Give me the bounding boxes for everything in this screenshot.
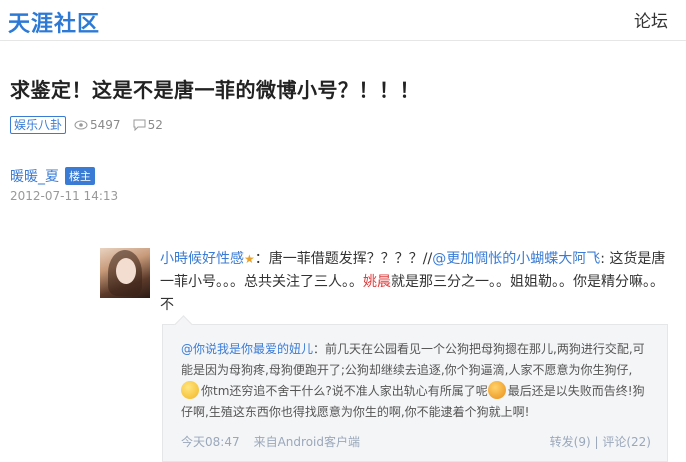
quote-time[interactable]: 今天08:47: [181, 433, 240, 450]
quote-actions: 转发(9) | 评论(22): [550, 433, 651, 450]
comment-icon: [133, 119, 146, 131]
post-author: 暖暖_夏 楼主: [10, 166, 95, 186]
weibo-avatar[interactable]: [100, 248, 150, 298]
weibo-post-text: 小時候好性感★：唐一菲借题发挥？？？？//@更加惆怅的小蝴蝶大阿飞: 这货是唐一…: [160, 248, 668, 317]
author-badge: 楼主: [65, 167, 95, 185]
replies-stat: 52: [133, 118, 163, 132]
laugh-emoji-icon: [487, 381, 506, 399]
quote-text: @你说我是你最爱的妞儿：前几天在公园看见一个公狗把母狗摁在那儿,两狗进行交配,可…: [181, 339, 651, 423]
avatar-face: [116, 258, 136, 284]
post-title: 求鉴定！这是不是唐一菲的微博小号？！！！: [10, 78, 420, 102]
mention-link[interactable]: @更加惆怅的小蝴蝶大阿飞: [432, 251, 600, 267]
star-icon: ★: [244, 252, 255, 266]
weibo-user-link[interactable]: 小時候好性感: [160, 251, 244, 267]
quote-part-2: 你tm还穷追不舍干什么?说不准人家出轨心有所属了呢: [201, 384, 488, 398]
post-meta: 娱乐八卦 5497 52: [10, 116, 175, 134]
quote-source: 来自Android客户端: [253, 435, 360, 449]
views-stat: 5497: [74, 118, 121, 132]
views-count: 5497: [90, 118, 121, 132]
smile-emoji-icon: [181, 381, 199, 399]
weibo-text-1: ：唐一菲借题发挥？？？？//: [254, 251, 433, 267]
author-name[interactable]: 暖暖_夏: [10, 166, 59, 186]
category-tag[interactable]: 娱乐八卦: [10, 116, 67, 134]
quote-arrow: [174, 315, 193, 334]
site-header: 天涯社区 论坛: [0, 0, 686, 41]
eye-icon: [74, 120, 88, 130]
nav-forum-link[interactable]: 论坛: [634, 7, 668, 32]
action-separator: |: [594, 435, 599, 449]
quote-footer: 今天08:47 来自Android客户端 转发(9) | 评论(22): [181, 433, 651, 450]
replies-count: 52: [147, 118, 163, 132]
post-date: 2012-07-11 14:13: [10, 189, 119, 203]
repost-link[interactable]: 转发(9): [550, 435, 591, 449]
highlight-name[interactable]: 姚晨: [363, 274, 391, 290]
comment-link[interactable]: 评论(22): [602, 435, 651, 449]
quote-mention-link[interactable]: @你说我是你最爱的妞儿: [181, 342, 313, 356]
site-logo[interactable]: 天涯社区: [8, 6, 100, 38]
quoted-weibo: @你说我是你最爱的妞儿：前几天在公园看见一个公狗把母狗摁在那儿,两狗进行交配,可…: [162, 315, 668, 462]
